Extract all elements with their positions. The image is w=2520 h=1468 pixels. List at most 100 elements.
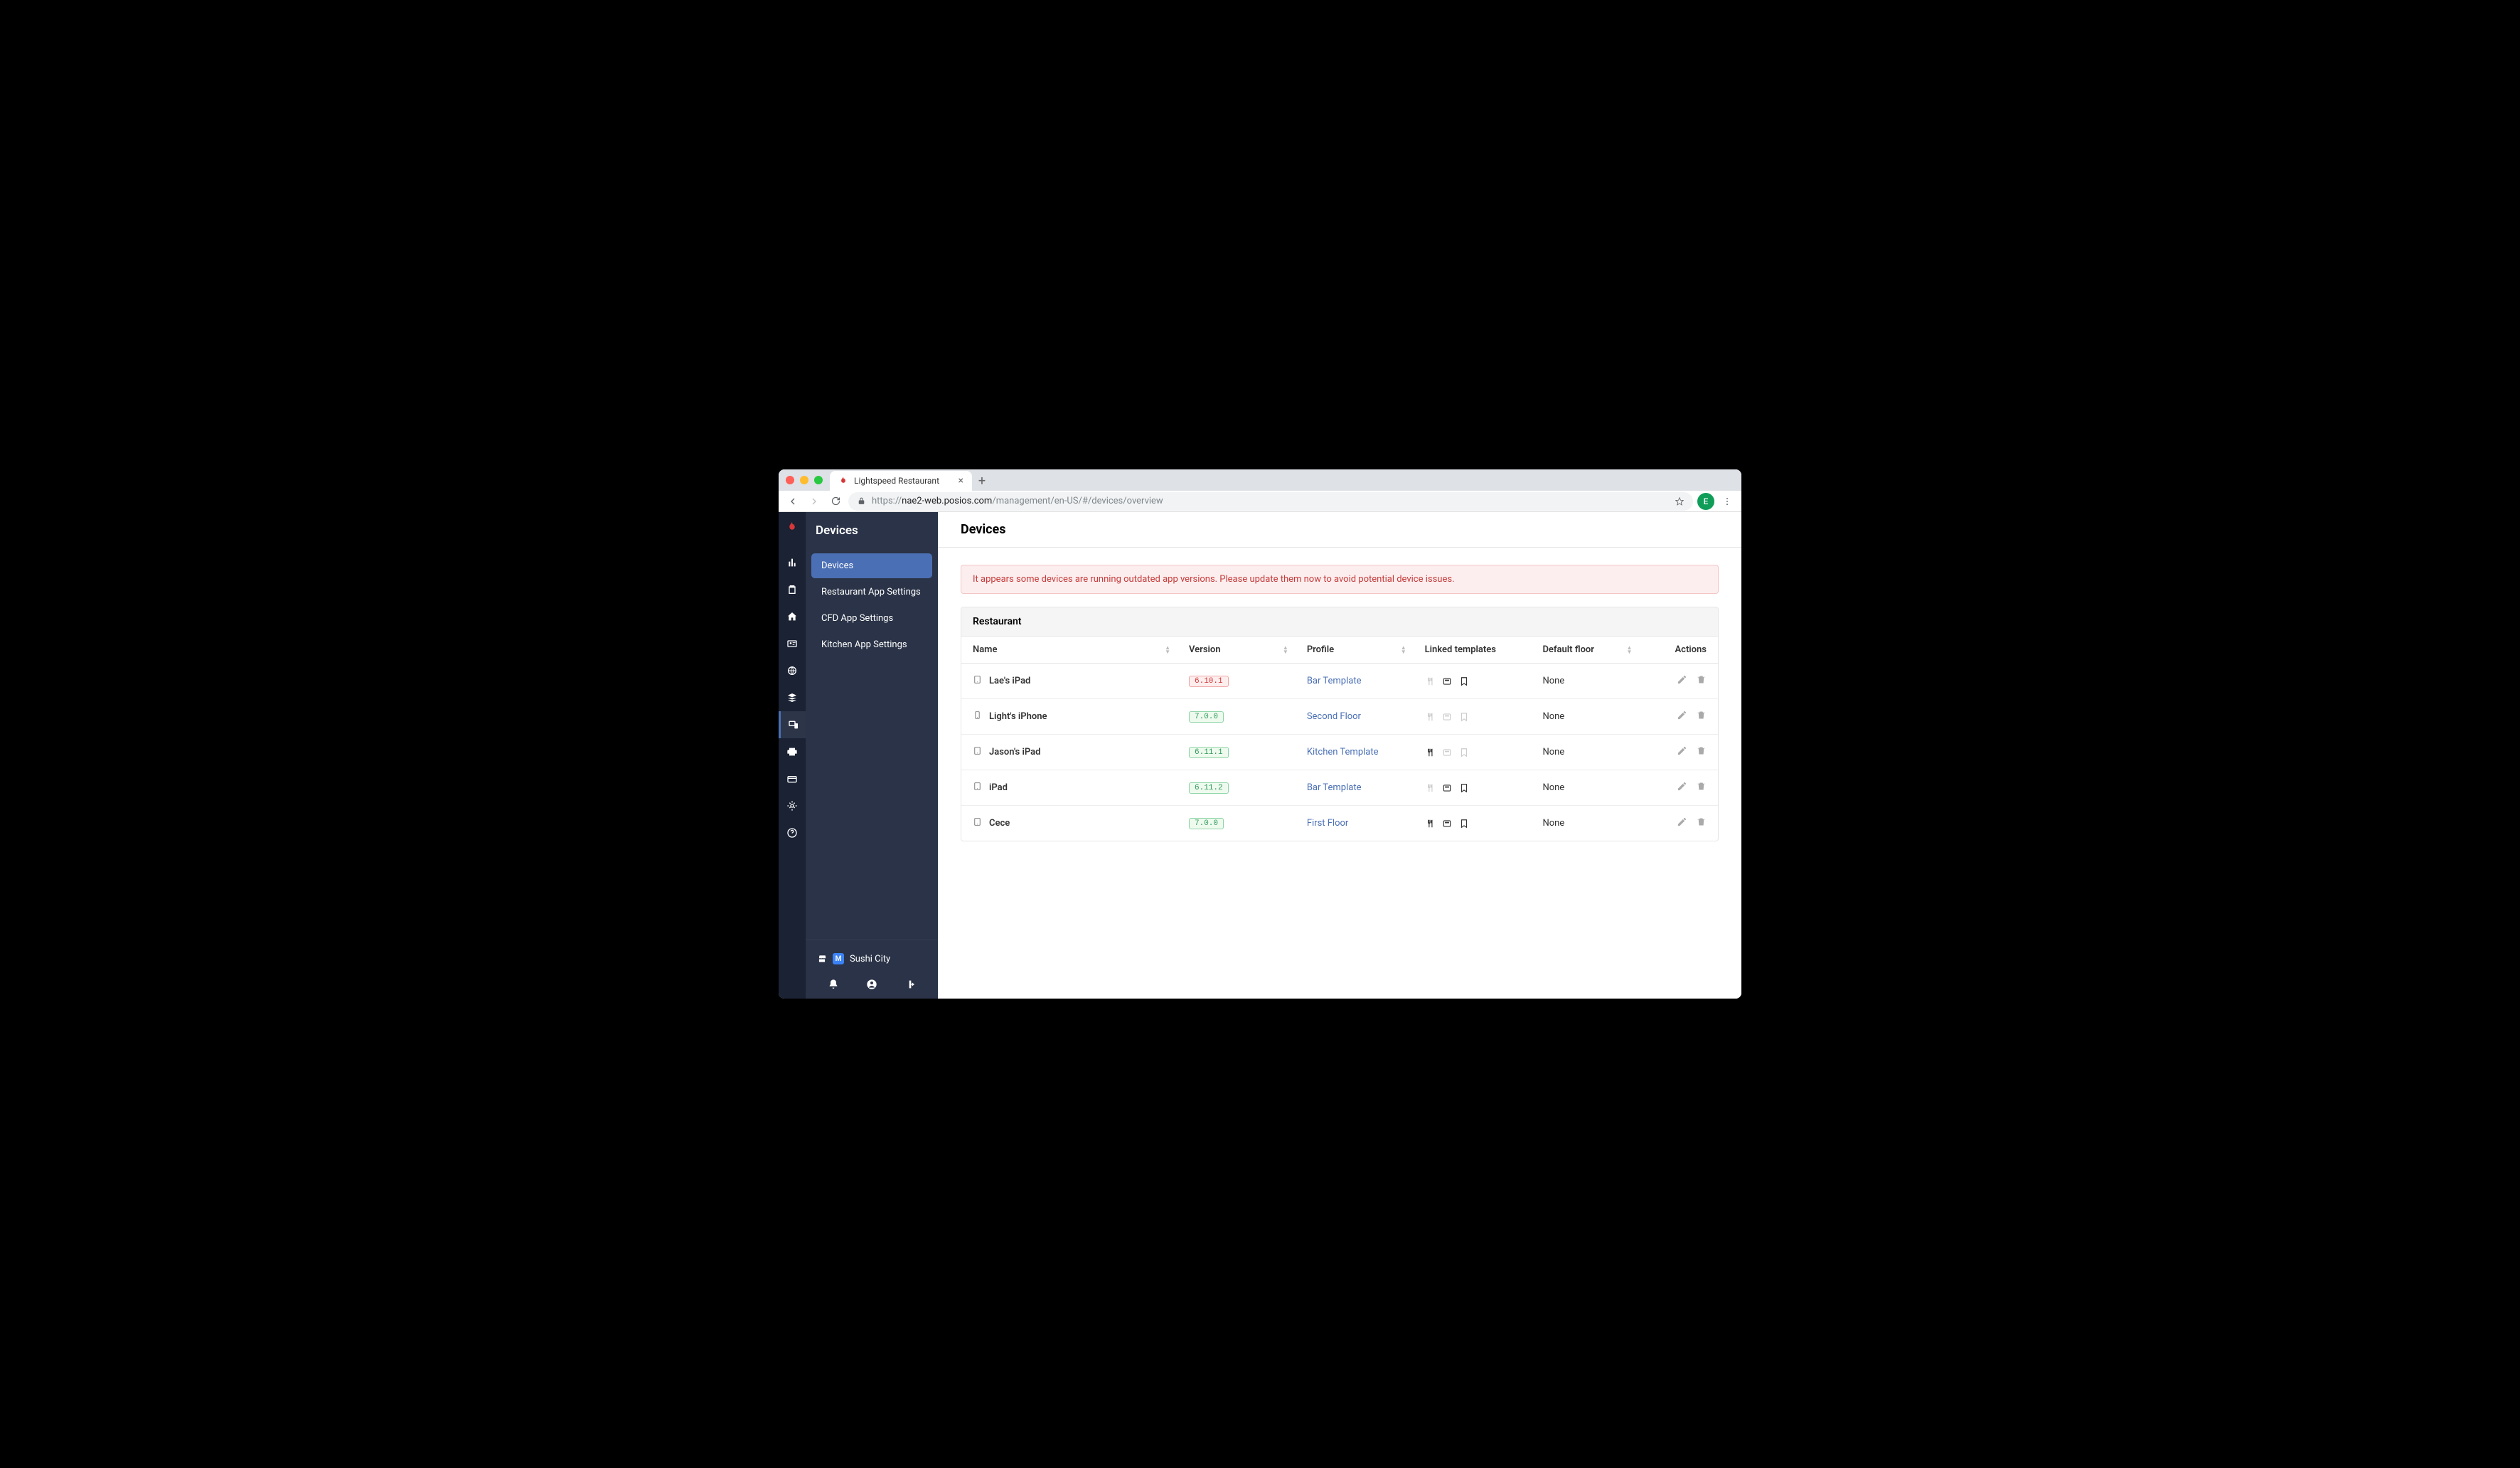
edit-button[interactable] [1677,781,1687,794]
window-minimize-button[interactable] [800,476,808,484]
store-icon [817,954,827,964]
devices-table: Restaurant Name▲▼ Version▲▼ Profile▲▼ Li… [961,607,1719,841]
app-logo[interactable] [786,521,799,536]
device-type-icon [973,746,982,758]
page-title: Devices [938,512,1741,548]
company-switcher[interactable]: M Sushi City [814,949,929,969]
profile-link[interactable]: Bar Template [1307,676,1362,686]
delete-button[interactable] [1696,817,1707,830]
delete-button[interactable] [1696,781,1707,794]
floor-cell: None [1531,735,1639,770]
version-badge: 7.0.0 [1189,818,1224,829]
side-nav: Devices Restaurant App Settings CFD App … [806,553,938,659]
template-icon [1442,783,1452,793]
edit-button[interactable] [1677,817,1687,830]
sidebar-item-restaurant-app-settings[interactable]: Restaurant App Settings [811,580,932,605]
rail-devices-icon[interactable] [779,711,806,738]
column-actions: Actions [1639,637,1718,664]
rail-layers-icon[interactable] [779,684,806,711]
browser-menu-button[interactable] [1719,493,1736,510]
sort-icon: ▲▼ [1627,646,1633,654]
rail-payment-icon[interactable] [779,765,806,792]
sidebar-item-cfd-app-settings[interactable]: CFD App Settings [811,606,932,631]
edit-button[interactable] [1677,710,1687,723]
sort-icon: ▲▼ [1283,646,1288,654]
sidebar-item-kitchen-app-settings[interactable]: Kitchen App Settings [811,632,932,657]
templates-cell [1425,712,1520,722]
template-icon [1459,748,1469,757]
warning-alert: It appears some devices are running outd… [961,565,1719,594]
logout-icon[interactable] [899,979,922,990]
edit-button[interactable] [1677,745,1687,759]
bottom-icons [814,969,929,990]
template-icon [1459,712,1469,722]
lock-icon [857,496,866,506]
floor-cell: None [1531,664,1639,699]
delete-button[interactable] [1696,745,1707,759]
address-bar[interactable]: https://nae2-web.posios.com/management/e… [848,492,1693,511]
rail-analytics-icon[interactable] [779,549,806,576]
table-row: Lae's iPad6.10.1Bar TemplateNone [961,664,1718,699]
side-panel-title: Devices [806,512,938,549]
rail-id-icon[interactable] [779,630,806,657]
device-type-icon [973,782,982,794]
app-container: Devices Devices Restaurant App Settings … [779,512,1741,999]
browser-tab[interactable]: Lightspeed Restaurant × [830,471,972,491]
device-type-icon [973,817,982,829]
template-icon [1425,676,1435,686]
device-name: Cece [973,817,1166,829]
rail-settings-icon[interactable] [779,792,806,819]
column-profile[interactable]: Profile▲▼ [1296,637,1414,664]
main-content: Devices It appears some devices are runn… [938,512,1741,999]
notifications-icon[interactable] [822,979,845,990]
profile-link[interactable]: Second Floor [1307,711,1361,722]
nav-reload-button[interactable] [827,493,844,510]
window-controls [786,476,823,484]
column-templates: Linked templates [1414,637,1532,664]
rail-globe-icon[interactable] [779,657,806,684]
templates-cell [1425,819,1520,829]
template-icon [1442,712,1452,722]
rail-help-icon[interactable] [779,819,806,846]
delete-button[interactable] [1696,710,1707,723]
new-tab-button[interactable]: + [972,474,992,489]
version-badge: 6.11.1 [1189,747,1229,758]
nav-back-button[interactable] [784,493,801,510]
device-name: iPad [973,782,1166,794]
column-floor[interactable]: Default floor▲▼ [1531,637,1639,664]
window-close-button[interactable] [786,476,794,484]
star-icon[interactable] [1675,496,1685,506]
rail-home-icon[interactable] [779,603,806,630]
delete-button[interactable] [1696,674,1707,688]
browser-window: Lightspeed Restaurant × + https://nae2-w… [779,469,1741,999]
sort-icon: ▲▼ [1165,646,1170,654]
template-icon [1442,676,1452,686]
table-row: Jason's iPad6.11.1Kitchen TemplateNone [961,735,1718,770]
table-row: Cece7.0.0First FloorNone [961,806,1718,841]
version-badge: 6.10.1 [1189,676,1229,687]
company-name: Sushi City [850,954,890,964]
company-badge: M [833,953,844,964]
nav-forward-button[interactable] [806,493,823,510]
table-row: iPad6.11.2Bar TemplateNone [961,770,1718,806]
side-panel: Devices Devices Restaurant App Settings … [806,512,938,999]
column-name[interactable]: Name▲▼ [961,637,1178,664]
rail-clipboard-icon[interactable] [779,576,806,603]
profile-link[interactable]: First Floor [1307,818,1349,829]
profile-link[interactable]: Bar Template [1307,782,1362,793]
floor-cell: None [1531,770,1639,806]
edit-button[interactable] [1677,674,1687,688]
templates-cell [1425,748,1520,757]
profile-link[interactable]: Kitchen Template [1307,747,1379,757]
user-icon[interactable] [860,979,883,990]
sidebar-item-devices[interactable]: Devices [811,553,932,578]
close-tab-icon[interactable]: × [959,475,963,486]
window-maximize-button[interactable] [814,476,823,484]
device-type-icon [973,711,982,723]
icon-rail [779,512,806,999]
flame-icon [838,476,848,486]
template-icon [1425,783,1435,793]
user-avatar[interactable]: E [1697,493,1714,510]
rail-printer-icon[interactable] [779,738,806,765]
column-version[interactable]: Version▲▼ [1178,637,1296,664]
